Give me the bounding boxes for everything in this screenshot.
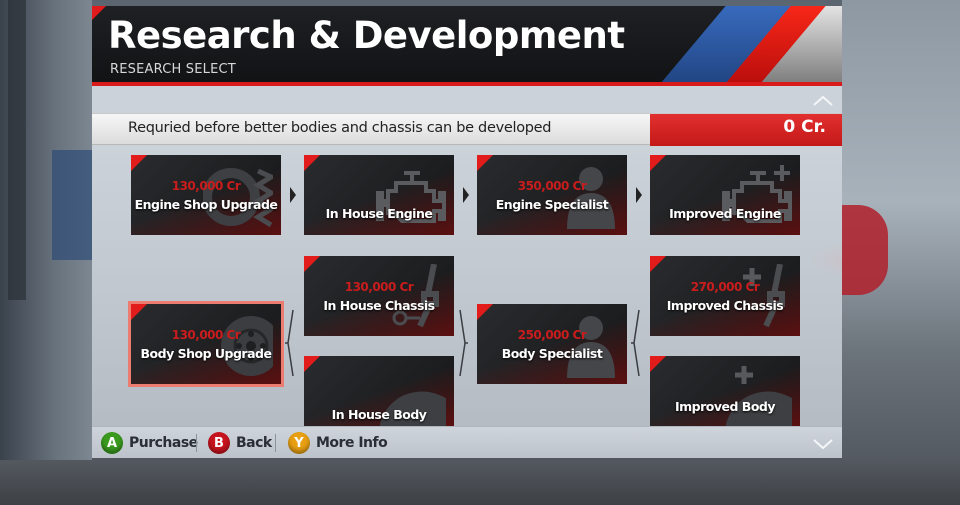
tile-engine-specialist[interactable]: 350,000 Cr Engine Specialist <box>477 155 627 235</box>
tile-corner-accent <box>304 356 320 372</box>
tile-body-specialist[interactable]: 250,000 Cr Body Specialist <box>477 304 627 384</box>
tile-corner-accent <box>477 304 493 320</box>
page-subtitle: RESEARCH SELECT <box>110 62 236 77</box>
credits-display: 0 Cr. <box>650 114 842 146</box>
tile-in-house-chassis[interactable]: 130,000 Cr In House Chassis <box>304 256 454 336</box>
research-tree: Requried before better bodies and chassi… <box>92 86 842 458</box>
chevron-up-icon[interactable] <box>812 92 834 111</box>
tile-name: Body Specialist <box>501 346 603 361</box>
background-right <box>842 0 960 505</box>
tile-name: In House Chassis <box>323 298 435 313</box>
arrow-right-icon <box>290 187 296 203</box>
wheel-hub-icon <box>221 316 273 376</box>
tile-in-house-body[interactable]: In House Body <box>304 356 454 426</box>
credits-value: 0 Cr. <box>783 117 826 137</box>
tile-corner-accent <box>650 155 666 171</box>
tile-improved-chassis[interactable]: 270,000 Cr Improved Chassis <box>650 256 800 336</box>
bg-door <box>52 150 92 260</box>
research-description: Requried before better bodies and chassi… <box>128 120 552 136</box>
back-label: Back <box>236 435 272 451</box>
tile-name: In House Engine <box>325 206 433 221</box>
tile-improved-engine[interactable]: Improved Engine <box>650 155 800 235</box>
tile-corner-accent <box>131 304 147 320</box>
brake-disc-spring-icon <box>203 168 273 228</box>
tile-corner-accent <box>477 155 493 171</box>
tile-improved-body[interactable]: Improved Body <box>650 356 800 426</box>
arrow-right-icon <box>463 187 469 203</box>
purchase-label: Purchase <box>129 435 198 451</box>
tile-cost: 130,000 Cr <box>344 280 414 294</box>
page-title: Research & Development <box>108 14 625 57</box>
header-corner-accent <box>92 6 106 20</box>
person-silhouette-icon <box>567 167 615 229</box>
more-info-button[interactable]: Y More Info <box>288 431 388 455</box>
footer-separator <box>196 434 197 452</box>
bg-pillar <box>8 0 26 300</box>
tile-engine-shop-upgrade[interactable]: 130,000 Cr Engine Shop Upgrade <box>131 155 281 235</box>
tile-cost: 350,000 Cr <box>517 179 587 193</box>
b-button-icon: B <box>208 432 230 454</box>
back-button[interactable]: B Back <box>208 431 272 455</box>
more-info-label: More Info <box>316 435 388 451</box>
tile-name: Engine Shop Upgrade <box>134 197 278 212</box>
footer-separator <box>275 434 276 452</box>
purchase-button[interactable]: A Purchase <box>101 431 198 455</box>
background-floor <box>0 460 960 505</box>
person-silhouette-icon <box>567 316 615 378</box>
y-button-icon: Y <box>288 432 310 454</box>
tile-corner-accent <box>131 155 147 171</box>
arrow-right-icon <box>636 187 642 203</box>
branch-bracket-icon <box>285 309 294 377</box>
tile-name: Engine Specialist <box>495 197 609 212</box>
bg-car <box>842 205 888 295</box>
tile-corner-accent <box>650 356 666 372</box>
header: Research & Development RESEARCH SELECT <box>92 6 842 86</box>
tile-cost: 130,000 Cr <box>171 328 241 342</box>
info-bar: Requried before better bodies and chassi… <box>92 113 842 146</box>
chevron-down-icon[interactable] <box>812 435 834 454</box>
tile-corner-accent <box>650 256 666 272</box>
tile-name: Improved Chassis <box>666 298 784 313</box>
background-left <box>0 0 92 505</box>
tile-name: Body Shop Upgrade <box>140 346 272 361</box>
research-panel: Research & Development RESEARCH SELECT R… <box>92 6 842 458</box>
tile-name: In House Body <box>331 407 427 422</box>
suspension-plus-icon <box>743 264 785 328</box>
tile-name: Improved Engine <box>669 206 781 221</box>
tile-body-shop-upgrade[interactable]: 130,000 Cr Body Shop Upgrade <box>128 301 284 387</box>
suspension-icon <box>392 264 439 328</box>
a-button-icon: A <box>101 432 123 454</box>
tile-cost: 270,000 Cr <box>690 280 760 294</box>
tile-cost: 130,000 Cr <box>171 179 241 193</box>
tile-corner-accent <box>304 256 320 272</box>
tile-cost: 250,000 Cr <box>517 328 587 342</box>
button-prompt-bar: A Purchase B Back Y More Info <box>92 426 842 458</box>
branch-bracket-icon <box>631 309 640 377</box>
tile-name: Improved Body <box>674 399 776 414</box>
car-body-plus-icon <box>726 366 792 426</box>
tile-in-house-engine[interactable]: In House Engine <box>304 155 454 235</box>
tile-corner-accent <box>304 155 320 171</box>
merge-bracket-icon <box>459 309 468 377</box>
